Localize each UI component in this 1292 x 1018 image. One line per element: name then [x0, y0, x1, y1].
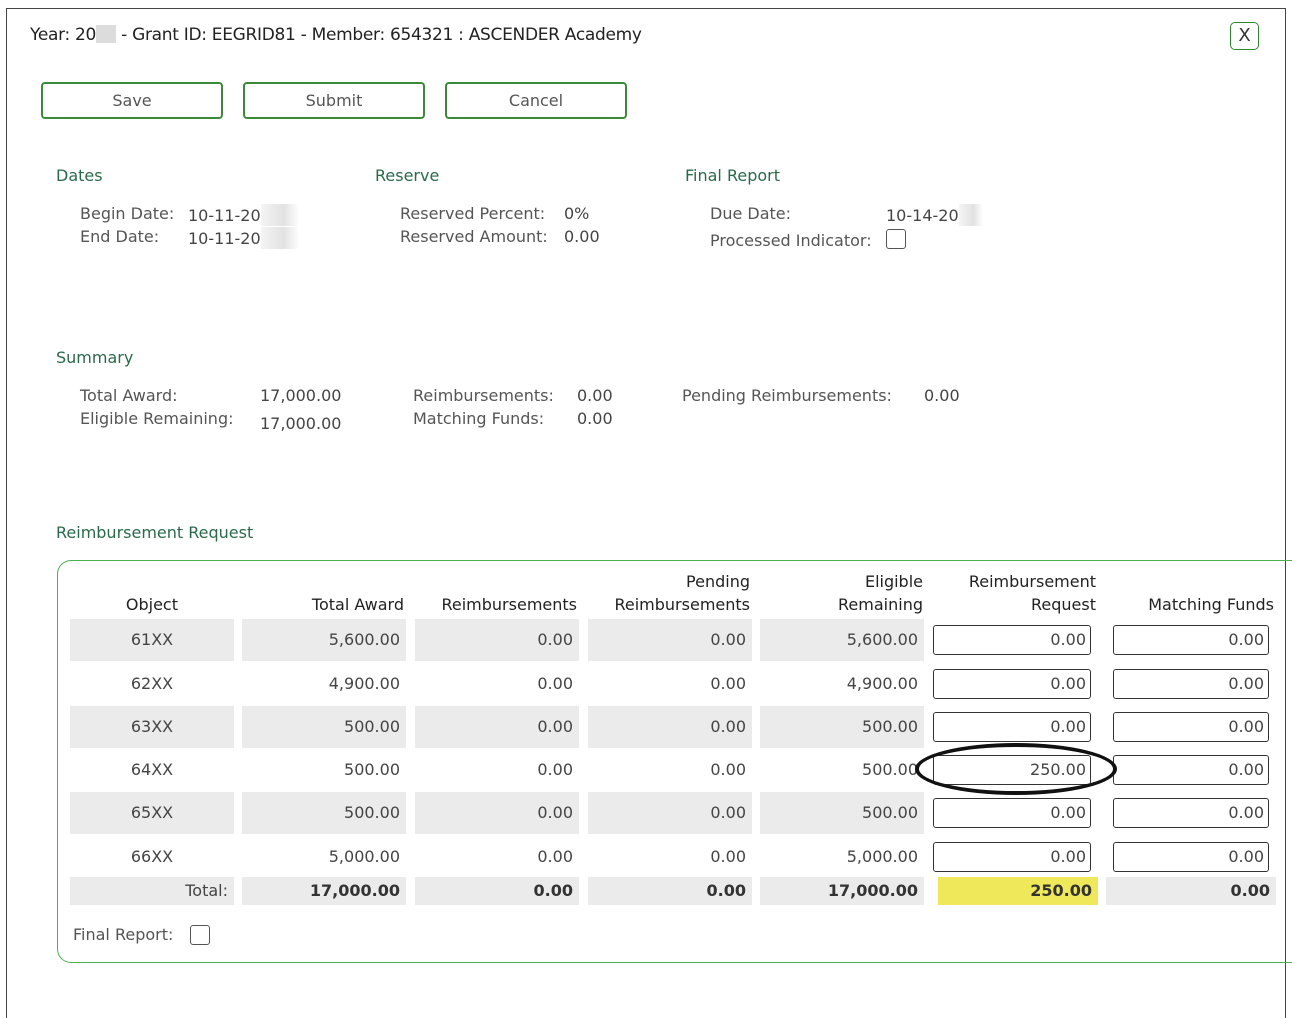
cell-object: 62XX — [130, 674, 174, 693]
eligible-remaining-label: Eligible Remaining: — [80, 409, 234, 428]
cell-eligible: 500.00 — [760, 706, 924, 748]
header-eligible-line2: Remaining — [838, 595, 923, 614]
eligible-total: 17,000.00 — [760, 877, 924, 905]
redacted-mask — [958, 204, 983, 226]
cell-object: 63XX — [70, 706, 234, 748]
due-date-value: 10-14-20 — [886, 204, 983, 226]
matching-funds-input[interactable]: 0.00 — [1113, 798, 1269, 828]
reimbursements-value: 0.00 — [577, 386, 613, 405]
reimbursements-total: 0.00 — [415, 877, 579, 905]
end-date-value: 10-11-20 — [188, 227, 299, 249]
header-pending-line1: Pending — [686, 572, 750, 591]
redacted-mask — [260, 204, 299, 226]
pending-total: 0.00 — [588, 877, 752, 905]
cell-eligible: 500.00 — [760, 792, 924, 834]
reserved-amount-label: Reserved Amount: — [400, 227, 548, 246]
cell-pending: 0.00 — [710, 674, 746, 693]
reserved-amount-value: 0.00 — [564, 227, 600, 246]
cell-object: 66XX — [130, 847, 174, 866]
begin-date-value: 10-11-20 — [188, 204, 299, 226]
matching-funds-input[interactable]: 0.00 — [1113, 669, 1269, 699]
close-button[interactable]: X — [1230, 22, 1259, 50]
cancel-button[interactable]: Cancel — [445, 82, 627, 119]
begin-date-label: Begin Date: — [80, 204, 175, 223]
reimbursement-request-input[interactable]: 0.00 — [933, 842, 1091, 872]
header-eligible-line1: Eligible — [864, 572, 923, 591]
cell-pending: 0.00 — [710, 847, 746, 866]
total-award-value: 17,000.00 — [260, 386, 342, 405]
request-total: 250.00 — [938, 877, 1098, 905]
cell-reimbursements: 0.00 — [415, 619, 579, 661]
cell-object: 64XX — [130, 760, 174, 779]
cell-total-award: 500.00 — [344, 760, 400, 779]
pending-reimbursements-value: 0.00 — [924, 386, 960, 405]
processed-indicator-checkbox[interactable] — [886, 229, 906, 249]
cell-reimbursements: 0.00 — [537, 847, 573, 866]
reimbursement-section-title: Reimbursement Request — [56, 523, 254, 542]
cell-total-award: 500.00 — [242, 706, 406, 748]
title-year: Year: 20 — [30, 25, 97, 45]
reimbursement-request-input[interactable]: 250.00 — [933, 755, 1091, 785]
cell-object: 65XX — [70, 792, 234, 834]
header-matching-funds: Matching Funds — [1148, 595, 1274, 614]
reimbursement-request-input[interactable]: 0.00 — [933, 712, 1091, 742]
matching-funds-input[interactable]: 0.00 — [1113, 625, 1269, 655]
reserved-percent-value: 0% — [564, 204, 590, 223]
matching-funds-input[interactable]: 0.00 — [1113, 755, 1269, 785]
end-date-label: End Date: — [80, 227, 160, 246]
header-request-line1: Reimbursement — [968, 572, 1096, 591]
reserved-percent-label: Reserved Percent: — [400, 204, 546, 223]
total-award-label: Total Award: — [80, 386, 178, 405]
reimbursement-request-input[interactable]: 0.00 — [933, 798, 1091, 828]
pending-reimbursements-label: Pending Reimbursements: — [682, 386, 892, 405]
matching-funds-label: Matching Funds: — [413, 409, 545, 428]
cell-pending: 0.00 — [588, 619, 752, 661]
total-label: Total: — [70, 877, 234, 905]
reimbursements-label: Reimbursements: — [413, 386, 554, 405]
matching-funds-input[interactable]: 0.00 — [1113, 712, 1269, 742]
cell-eligible: 5,600.00 — [760, 619, 924, 661]
redacted-mask — [260, 227, 299, 249]
matching-funds-value: 0.00 — [577, 409, 613, 428]
processed-indicator-label: Processed Indicator: — [710, 231, 872, 250]
cell-total-award: 500.00 — [242, 792, 406, 834]
header-object: Object — [125, 595, 178, 614]
cell-eligible: 5,000.00 — [846, 847, 918, 866]
final-report-label: Final Report: — [73, 925, 174, 944]
final-report-section-title: Final Report — [685, 166, 780, 185]
reimbursement-request-input[interactable]: 0.00 — [933, 669, 1091, 699]
submit-button[interactable]: Submit — [243, 82, 425, 119]
eligible-remaining-value: 17,000.00 — [260, 414, 342, 433]
matching-funds-input[interactable]: 0.00 — [1113, 842, 1269, 872]
cell-object: 61XX — [70, 619, 234, 661]
title-details: - Grant ID: EEGRID81 - Member: 654321 : … — [121, 25, 642, 45]
cell-reimbursements: 0.00 — [415, 792, 579, 834]
matching-total: 0.00 — [1106, 877, 1276, 905]
final-report-checkbox[interactable] — [190, 925, 210, 945]
header-request-line2: Request — [1031, 595, 1096, 614]
cell-total-award: 5,600.00 — [242, 619, 406, 661]
header-pending-line2: Reimbursements — [614, 595, 750, 614]
cell-total-award: 4,900.00 — [328, 674, 400, 693]
reimbursement-request-input[interactable]: 0.00 — [933, 625, 1091, 655]
dates-section-title: Dates — [56, 166, 103, 185]
header-reimbursements: Reimbursements — [441, 595, 577, 614]
cell-pending: 0.00 — [588, 792, 752, 834]
header-total-award: Total Award — [311, 595, 404, 614]
dialog-title: Year: 20 - Grant ID: EEGRID81 - Member: … — [30, 25, 642, 45]
save-button[interactable]: Save — [41, 82, 223, 119]
cell-pending: 0.00 — [588, 706, 752, 748]
total-award-total: 17,000.00 — [242, 877, 406, 905]
cell-reimbursements: 0.00 — [415, 706, 579, 748]
summary-section-title: Summary — [56, 348, 134, 367]
cell-total-award: 5,000.00 — [328, 847, 400, 866]
reserve-section-title: Reserve — [375, 166, 440, 185]
cell-eligible: 4,900.00 — [846, 674, 918, 693]
cell-pending: 0.00 — [710, 760, 746, 779]
redacted-mask — [96, 25, 117, 43]
cell-reimbursements: 0.00 — [537, 674, 573, 693]
cell-reimbursements: 0.00 — [537, 760, 573, 779]
due-date-label: Due Date: — [710, 204, 792, 223]
cell-eligible: 500.00 — [862, 760, 918, 779]
